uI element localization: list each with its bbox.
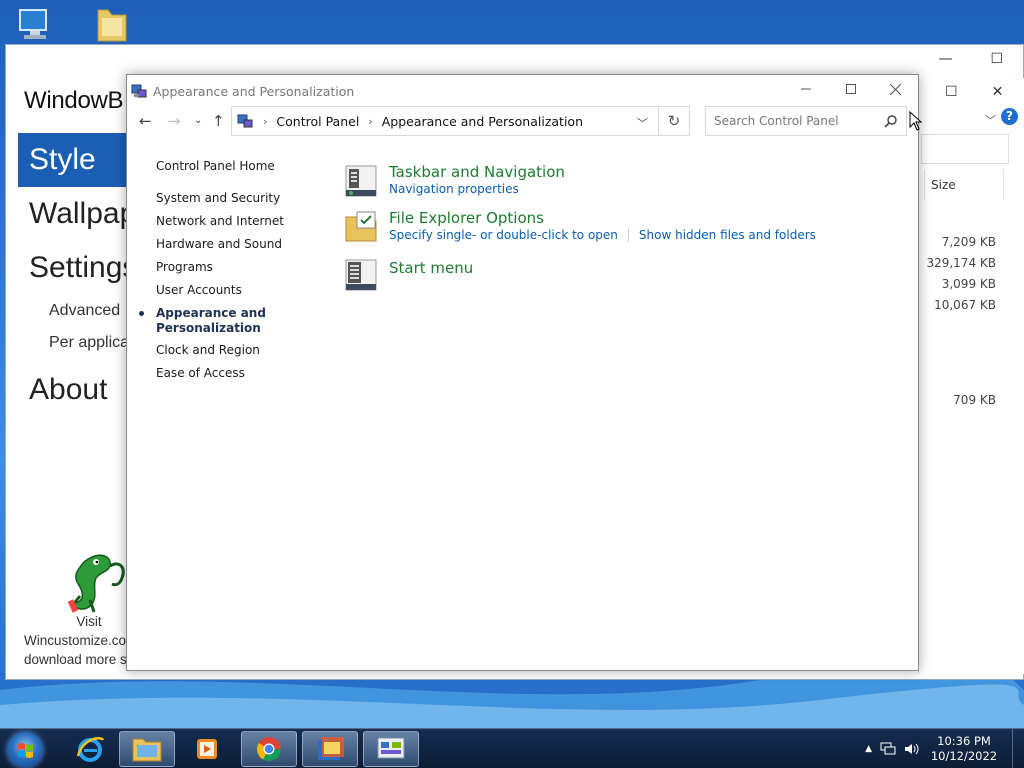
refresh-button[interactable]: ↻	[658, 106, 690, 136]
chevron-down-icon[interactable]: ﹀	[985, 112, 996, 128]
file-size: 709 KB	[953, 393, 996, 407]
windowblinds-icon	[318, 737, 344, 760]
minimize-button[interactable]	[783, 75, 828, 103]
control-panel-icon	[237, 114, 253, 128]
nav-system-security[interactable]: System and Security	[156, 191, 326, 206]
show-desktop-button[interactable]	[1012, 729, 1024, 768]
taskbar-media-player[interactable]	[180, 731, 236, 767]
folder-options-icon[interactable]	[343, 209, 379, 245]
nav-ease-of-access[interactable]: Ease of Access	[156, 366, 326, 381]
taskbar: ▲ 10:36 PM 10/12/2022	[0, 728, 1024, 768]
clock[interactable]: 10:36 PM 10/12/2022	[928, 734, 1000, 764]
address-dropdown-icon[interactable]: ﹀	[637, 115, 648, 131]
file-explorer-icon	[132, 738, 162, 762]
taskbar-control-panel[interactable]	[363, 731, 419, 767]
show-hidden-files-link[interactable]: Show hidden files and folders	[639, 228, 816, 242]
window-controls: ☐ ✕	[945, 84, 1003, 100]
minimize-icon[interactable]: —	[938, 51, 952, 67]
breadcrumb-control-panel[interactable]: Control Panel	[276, 114, 359, 129]
system-tray: ▲ 10:36 PM 10/12/2022	[865, 729, 1024, 768]
window-title: Appearance and Personalization	[153, 83, 355, 99]
category-title[interactable]: Start menu	[389, 259, 473, 277]
category-start-menu: Start menu	[343, 257, 473, 293]
address-row: ← → ⌄ ↑ › Control Panel › Appearance and…	[127, 106, 918, 136]
computer-desktop-icon[interactable]	[16, 4, 56, 44]
taskbar-internet-explorer[interactable]	[62, 731, 118, 767]
maximize-icon[interactable]: ☐	[990, 51, 1003, 67]
file-size: 7,209 KB	[941, 235, 996, 249]
nav-hardware-sound[interactable]: Hardware and Sound	[156, 237, 326, 252]
chrome-icon	[256, 737, 281, 762]
mouse-cursor-icon	[909, 111, 923, 131]
maximize-icon	[845, 84, 856, 94]
control-panel-home-link[interactable]: Control Panel Home	[156, 159, 326, 173]
maximize-icon[interactable]: ☐	[945, 84, 958, 100]
nav-clock-region[interactable]: Clock and Region	[156, 343, 326, 358]
maximize-button[interactable]	[828, 75, 873, 103]
close-icon	[890, 83, 901, 95]
search-icon[interactable]	[884, 114, 898, 128]
category-title[interactable]: File Explorer Options	[389, 209, 816, 227]
search-input[interactable]	[706, 107, 876, 135]
single-double-click-link[interactable]: Specify single- or double-click to open	[389, 228, 618, 242]
link-divider	[627, 228, 629, 242]
help-icon[interactable]: ?	[1001, 108, 1018, 125]
breadcrumb-separator-icon[interactable]: ›	[263, 115, 267, 128]
title-bar: Appearance and Personalization	[131, 80, 354, 102]
taskbar-windowblinds[interactable]	[302, 731, 358, 767]
taskbar-file-explorer[interactable]	[119, 731, 175, 767]
up-arrow-icon[interactable]: ↑	[212, 112, 225, 130]
taskbar-icon[interactable]	[343, 163, 379, 199]
left-navigation: Control Panel Home System and Security N…	[139, 159, 326, 389]
control-panel-window: Appearance and Personalization ← → ⌄ ↑ ›…	[126, 74, 919, 671]
refresh-icon: ↻	[667, 112, 681, 130]
file-size: 10,067 KB	[934, 298, 996, 312]
size-column-header[interactable]: Size	[931, 178, 956, 192]
close-button[interactable]	[873, 75, 918, 103]
navigation-properties-link[interactable]: Navigation properties	[389, 182, 519, 196]
file-size: 3,099 KB	[941, 277, 996, 291]
close-icon[interactable]: ✕	[992, 84, 1004, 100]
clock-time: 10:36 PM	[937, 734, 991, 748]
control-panel-icon	[131, 84, 147, 98]
show-hidden-icons-icon[interactable]: ▲	[865, 744, 872, 754]
clock-date: 10/12/2022	[930, 749, 998, 763]
recent-locations-chevron-icon[interactable]: ⌄	[194, 115, 202, 126]
category-taskbar-navigation: Taskbar and Navigation Navigation proper…	[343, 163, 565, 199]
breadcrumb-separator-icon[interactable]: ›	[368, 115, 372, 128]
nav-programs[interactable]: Programs	[156, 260, 326, 275]
column-divider	[924, 170, 925, 200]
column-divider	[1003, 170, 1004, 200]
nav-appearance-personalization[interactable]: Appearance and Personalization	[139, 306, 276, 336]
search-box[interactable]	[705, 106, 907, 136]
media-player-icon	[197, 739, 217, 759]
window-controls	[783, 75, 918, 103]
address-bar[interactable]: › Control Panel › Appearance and Persona…	[231, 106, 659, 136]
minimize-icon	[800, 88, 811, 90]
breadcrumb-appearance[interactable]: Appearance and Personalization	[382, 114, 583, 129]
network-icon[interactable]	[880, 742, 896, 756]
internet-explorer-icon	[76, 737, 105, 762]
folder-desktop-icon[interactable]	[92, 4, 132, 44]
category-file-explorer-options: File Explorer Options Specify single- or…	[343, 209, 816, 245]
file-size: 329,174 KB	[926, 256, 996, 270]
app-logo: WindowB	[24, 87, 124, 114]
volume-icon[interactable]	[904, 742, 920, 756]
nav-user-accounts[interactable]: User Accounts	[156, 283, 326, 298]
category-title[interactable]: Taskbar and Navigation	[389, 163, 565, 181]
start-menu-icon[interactable]	[343, 257, 379, 293]
control-panel-taskbar-icon	[377, 737, 405, 759]
windows-logo-icon	[18, 743, 33, 758]
taskbar-chrome[interactable]	[241, 731, 297, 767]
back-arrow-icon[interactable]: ←	[139, 112, 152, 130]
file-explorer-window: ☐ ✕ ﹀ ? Size 7,209 KB 329,174 KB 3,099 K…	[918, 78, 1024, 674]
nav-network-internet[interactable]: Network and Internet	[156, 214, 326, 229]
forward-arrow-icon[interactable]: →	[168, 112, 181, 130]
start-button[interactable]	[7, 732, 43, 768]
explorer-search-box[interactable]	[921, 134, 1009, 164]
window-controls: — ☐	[938, 51, 1003, 67]
gecko-mascot-icon	[67, 554, 125, 613]
active-bullet-icon	[139, 311, 144, 316]
